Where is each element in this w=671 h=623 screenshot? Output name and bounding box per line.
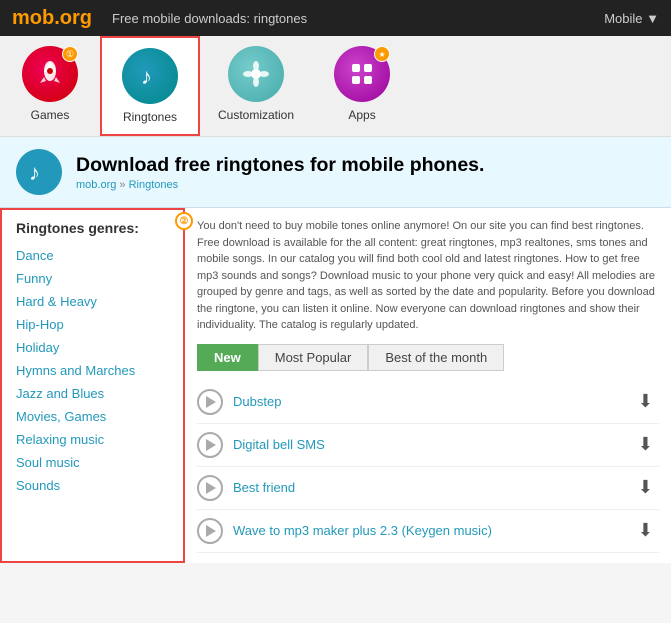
- svg-text:♪: ♪: [29, 160, 40, 185]
- play-triangle-icon: [206, 482, 216, 494]
- download-button-3[interactable]: ⬇: [632, 520, 659, 541]
- nav-item-ringtones[interactable]: ♪ Ringtones: [100, 36, 200, 136]
- sidebar-item-movies[interactable]: Movies, Games: [16, 405, 169, 428]
- apps-icon-circle: ★: [334, 46, 390, 102]
- breadcrumb-section[interactable]: Ringtones: [129, 179, 179, 191]
- download-button-0[interactable]: ⬇: [632, 391, 659, 412]
- logo-text: mob: [12, 7, 54, 29]
- sidebar-title: Ringtones genres:: [16, 220, 169, 236]
- main-layout: Ringtones genres: Dance Funny Hard & Hea…: [0, 208, 671, 563]
- ringtones-icon-circle: ♪: [122, 48, 178, 104]
- sidebar-item-dance[interactable]: Dance: [16, 244, 169, 267]
- tab-popular[interactable]: Most Popular: [258, 344, 369, 371]
- breadcrumb: mob.org » Ringtones: [76, 179, 484, 191]
- banner-heading: Download free ringtones for mobile phone…: [76, 154, 484, 177]
- song-list: Dubstep ⬇ Digital bell SMS ⬇ Best friend…: [197, 381, 659, 553]
- breadcrumb-root[interactable]: mob.org: [76, 179, 116, 191]
- tab-new[interactable]: New: [197, 344, 258, 371]
- song-name-0[interactable]: Dubstep: [233, 394, 632, 409]
- banner-music-icon: ♪: [25, 158, 53, 186]
- nav-icons: ① Games ♪ Ringtones Customization: [0, 36, 671, 137]
- play-button-1[interactable]: [197, 432, 223, 458]
- info-text: You don't need to buy mobile tones onlin…: [197, 218, 659, 334]
- customization-icon-circle: [228, 46, 284, 102]
- nav-item-apps[interactable]: ★ Apps: [312, 36, 412, 136]
- svg-text:♪: ♪: [141, 64, 152, 89]
- sidebar-item-hard-heavy[interactable]: Hard & Heavy: [16, 290, 169, 313]
- tabs-bar: New Most Popular Best of the month: [197, 344, 659, 371]
- banner-icon: ♪: [16, 149, 62, 195]
- page-banner: ♪ Download free ringtones for mobile pho…: [0, 137, 671, 208]
- logo[interactable]: mob.org: [12, 7, 92, 30]
- nav-label-games: Games: [31, 108, 70, 122]
- games-badge: ①: [62, 46, 78, 62]
- song-item-0: Dubstep ⬇: [197, 381, 659, 424]
- flower-icon: [241, 59, 271, 89]
- download-button-2[interactable]: ⬇: [632, 477, 659, 498]
- play-button-0[interactable]: [197, 389, 223, 415]
- content-area: ② You don't need to buy mobile tones onl…: [185, 208, 671, 563]
- nav-item-customization[interactable]: Customization: [200, 36, 312, 136]
- header-title: Free mobile downloads: ringtones: [112, 11, 604, 26]
- download-button-1[interactable]: ⬇: [632, 434, 659, 455]
- header: mob.org Free mobile downloads: ringtones…: [0, 0, 671, 36]
- rocket-icon: [35, 59, 65, 89]
- song-name-2[interactable]: Best friend: [233, 480, 632, 495]
- song-item-1: Digital bell SMS ⬇: [197, 424, 659, 467]
- games-icon-circle: ①: [22, 46, 78, 102]
- sidebar-item-hymns[interactable]: Hymns and Marches: [16, 359, 169, 382]
- play-button-2[interactable]: [197, 475, 223, 501]
- play-triangle-icon: [206, 525, 216, 537]
- nav-label-customization: Customization: [218, 108, 294, 122]
- sidebar-item-hip-hop[interactable]: Hip-Hop: [16, 313, 169, 336]
- sidebar-item-holiday[interactable]: Holiday: [16, 336, 169, 359]
- header-right[interactable]: Mobile ▼: [604, 11, 659, 26]
- sidebar-item-funny[interactable]: Funny: [16, 267, 169, 290]
- nav-item-games[interactable]: ① Games: [0, 36, 100, 136]
- play-triangle-icon: [206, 439, 216, 451]
- sidebar-item-relaxing[interactable]: Relaxing music: [16, 428, 169, 451]
- sidebar-item-jazz[interactable]: Jazz and Blues: [16, 382, 169, 405]
- sidebar-item-soul[interactable]: Soul music: [16, 451, 169, 474]
- banner-text: Download free ringtones for mobile phone…: [76, 154, 484, 191]
- grid-icon: [347, 59, 377, 89]
- apps-badge: ★: [374, 46, 390, 62]
- music-note-icon: ♪: [136, 62, 164, 90]
- play-triangle-icon: [206, 396, 216, 408]
- song-name-1[interactable]: Digital bell SMS: [233, 437, 632, 452]
- content-badge: ②: [175, 212, 193, 230]
- song-name-3[interactable]: Wave to mp3 maker plus 2.3 (Keygen music…: [233, 523, 632, 538]
- nav-label-apps: Apps: [348, 108, 375, 122]
- sidebar-item-sounds[interactable]: Sounds: [16, 474, 169, 497]
- song-item-2: Best friend ⬇: [197, 467, 659, 510]
- play-button-3[interactable]: [197, 518, 223, 544]
- song-item-3: Wave to mp3 maker plus 2.3 (Keygen music…: [197, 510, 659, 553]
- sidebar: Ringtones genres: Dance Funny Hard & Hea…: [0, 208, 185, 563]
- logo-accent: .org: [54, 7, 92, 29]
- nav-label-ringtones: Ringtones: [123, 110, 177, 124]
- tab-month[interactable]: Best of the month: [368, 344, 504, 371]
